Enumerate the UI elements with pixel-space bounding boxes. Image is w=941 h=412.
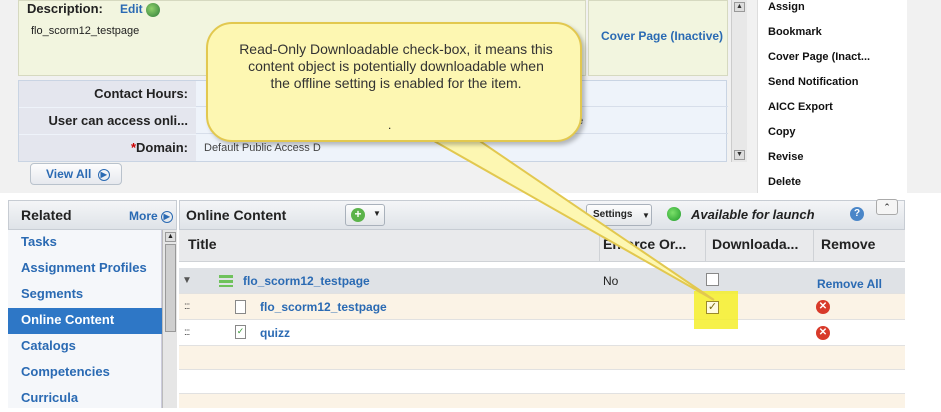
annotation-callout: Read-Only Downloadable check-box, it mea… bbox=[206, 22, 582, 142]
callout-extra: . bbox=[388, 118, 392, 132]
callout-text: Read-Only Downloadable check-box, it mea… bbox=[239, 41, 553, 91]
